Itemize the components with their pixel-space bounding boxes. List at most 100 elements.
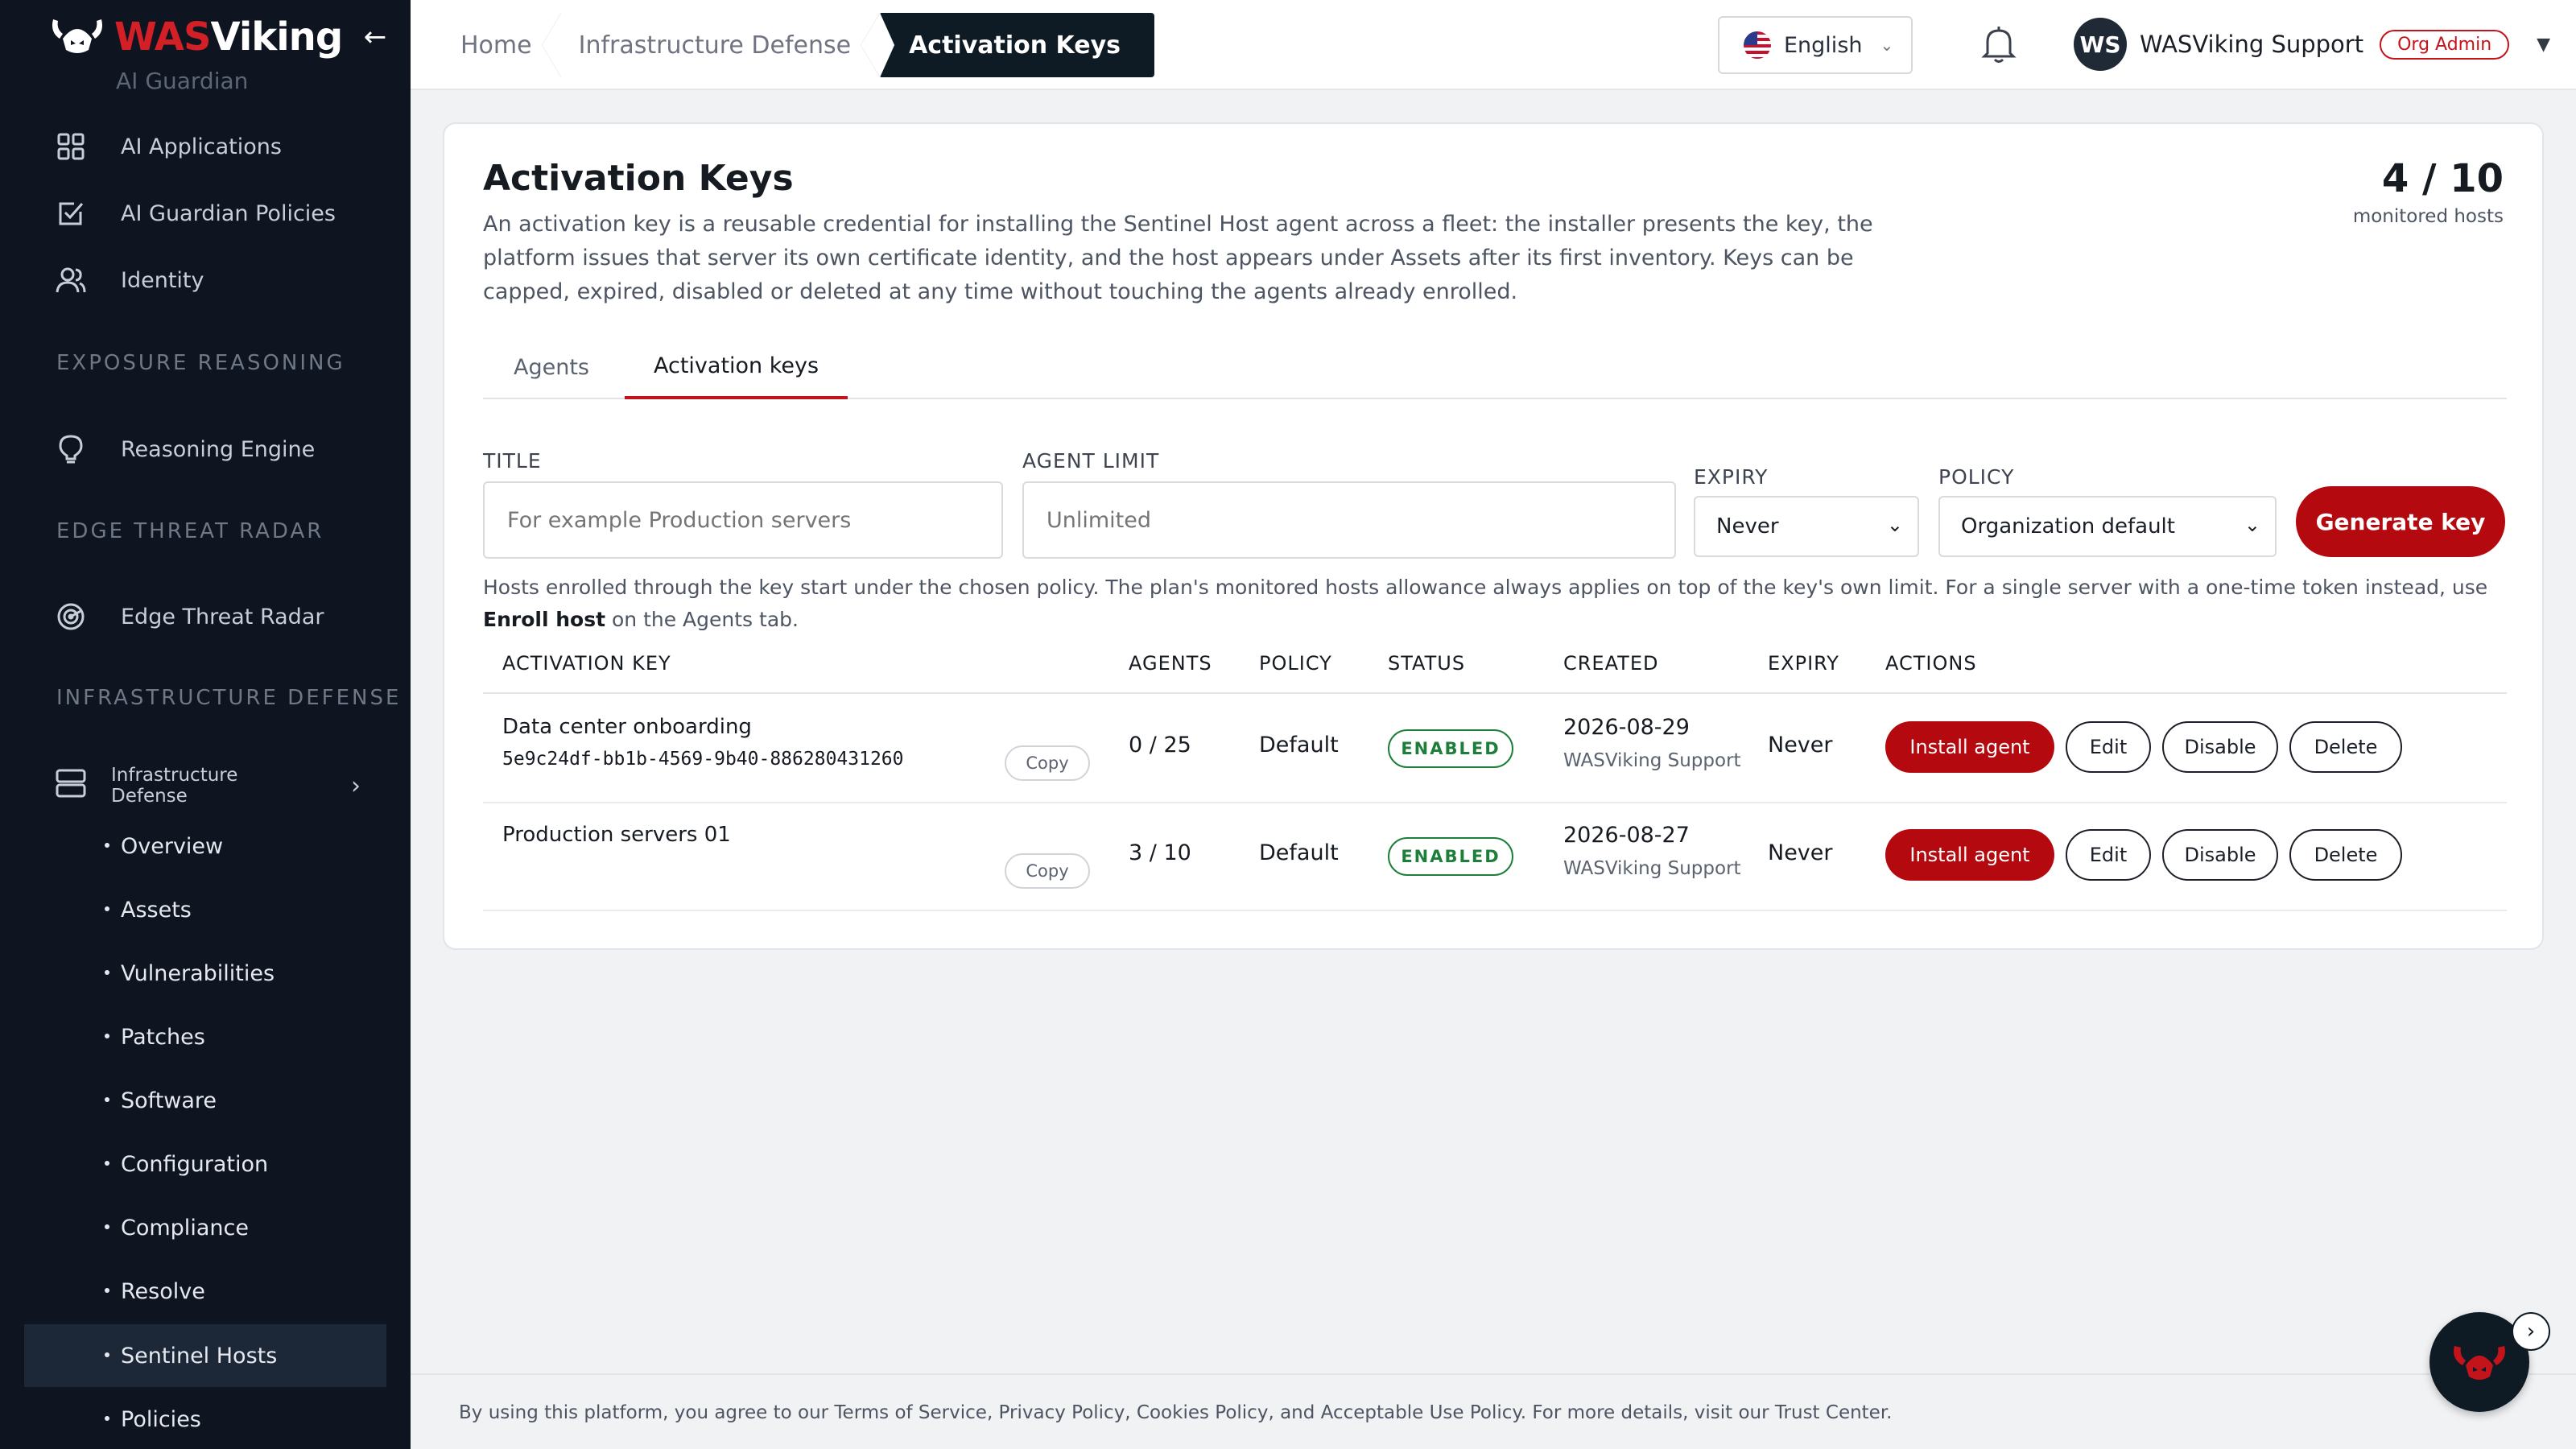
column-header-policy: POLICY (1259, 652, 1332, 675)
sidebar-subitem-assets[interactable]: Assets (24, 878, 386, 941)
chevron-down-icon: ⌄ (1886, 514, 1903, 536)
sidebar-item-edge-threat-radar[interactable]: Edge Threat Radar (55, 592, 324, 641)
breadcrumb-home[interactable]: Home (443, 13, 561, 77)
edit-button[interactable]: Edit (2066, 829, 2151, 881)
copy-key-button[interactable]: Copy (1005, 853, 1090, 889)
agent-limit-field-label: AGENT LIMIT (1022, 449, 1160, 473)
status-badge: ENABLED (1388, 837, 1513, 876)
sidebar-item-label: AI Applications (121, 134, 282, 159)
sidebar-item-label: AI Guardian Policies (121, 200, 336, 226)
key-value: 5e9c24df-bb1b-4569-9b40-886280431260 (502, 749, 904, 770)
sidebar-subitem-policies[interactable]: Policies (24, 1388, 386, 1449)
caret-down-icon: ▼ (2537, 34, 2551, 55)
user-name: WASViking Support (2140, 31, 2364, 58)
agents-count: 0 / 25 (1129, 733, 1191, 758)
sidebar-item-label: Identity (121, 267, 204, 293)
notification-bell-icon[interactable] (1980, 24, 2021, 64)
avatar: WS (2074, 18, 2127, 71)
sidebar-item-label: Reasoning Engine (121, 436, 316, 462)
sidebar-item-ai-guardian-policies[interactable]: AI Guardian Policies (55, 189, 336, 237)
monitored-hosts-label: monitored hosts (2352, 206, 2504, 227)
sidebar-subitem-configuration[interactable]: Configuration (24, 1133, 386, 1195)
generate-key-button[interactable]: Generate key (2296, 486, 2505, 557)
bullet-dot (105, 1288, 109, 1293)
expiry-field-label: EXPIRY (1694, 465, 1769, 489)
delete-button[interactable]: Delete (2289, 829, 2402, 881)
sidebar-subitem-sentinel-hosts[interactable]: Sentinel Hosts (24, 1324, 386, 1387)
key-title: Data center onboarding (502, 715, 752, 739)
policy-field-label: POLICY (1938, 465, 2015, 489)
enroll-host-reference: Enroll host (483, 608, 606, 631)
footer-text: By using this platform, you agree to our… (459, 1402, 1893, 1423)
sidebar-subitem-vulnerabilities[interactable]: Vulnerabilities (24, 942, 386, 1005)
column-header-agents: AGENTS (1129, 652, 1212, 675)
tab-agents[interactable]: Agents (514, 335, 589, 399)
collapse-sidebar-arrow-icon[interactable]: ← (359, 21, 391, 53)
tab-bar: Agents Activation keys (483, 335, 2507, 399)
bullet-dot (105, 970, 109, 975)
sidebar-item-reasoning-engine[interactable]: Reasoning Engine (55, 425, 315, 473)
bullet-dot (105, 1224, 109, 1229)
created-by: WASViking Support (1563, 750, 1741, 771)
agent-limit-input[interactable] (1022, 481, 1676, 559)
policy-value: Default (1259, 840, 1339, 865)
brand-logo[interactable]: WASViking (48, 14, 343, 60)
expiry-value: Never (1768, 733, 1833, 758)
breadcrumb-current: Activation Keys (880, 13, 1155, 77)
language-selector[interactable]: English ⌄ (1718, 16, 1913, 74)
sidebar-item-label: Edge Threat Radar (121, 604, 324, 630)
agents-count: 3 / 10 (1129, 840, 1191, 865)
delete-button[interactable]: Delete (2289, 721, 2402, 773)
column-header-activation-key: ACTIVATION KEY (502, 652, 671, 675)
sidebar-subitem-compliance[interactable]: Compliance (24, 1196, 386, 1259)
bullet-dot (105, 1416, 109, 1421)
table-row: Data center onboarding 5e9c24df-bb1b-456… (483, 696, 2507, 803)
tab-activation-keys[interactable]: Activation keys (625, 335, 848, 399)
sidebar: WASViking ← AI Guardian AI Applications … (0, 0, 411, 1449)
policy-select[interactable]: Organization default ⌄ (1938, 496, 2277, 557)
chevron-right-icon[interactable]: › (2512, 1312, 2550, 1351)
user-menu[interactable]: WS WASViking Support Org Admin ▼ (2074, 18, 2550, 71)
sidebar-item-ai-guardian[interactable]: AI Guardian (116, 68, 248, 94)
sidebar-item-identity[interactable]: Identity (55, 256, 204, 304)
sidebar-subitem-overview[interactable]: Overview (24, 815, 386, 877)
monitored-hosts-counter: 4 / 10 monitored hosts (2353, 156, 2504, 227)
sidebar-subitem-resolve[interactable]: Resolve (24, 1260, 386, 1323)
viking-helmet-icon (2454, 1346, 2505, 1380)
created-date: 2026-08-27 (1563, 823, 1690, 848)
disable-button[interactable]: Disable (2162, 829, 2278, 881)
page-title: Activation Keys (483, 158, 794, 199)
install-agent-button[interactable]: Install agent (1885, 721, 2054, 773)
sidebar-subitem-software[interactable]: Software (24, 1069, 386, 1132)
column-header-actions: ACTIONS (1885, 652, 1977, 675)
copy-key-button[interactable]: Copy (1005, 745, 1090, 781)
bullet-dot (105, 906, 109, 911)
chevron-right-icon: › (351, 771, 361, 800)
page-description: An activation key is a reusable credenti… (483, 212, 1873, 304)
status-badge: ENABLED (1388, 729, 1513, 768)
monitored-hosts-count: 4 / 10 (2381, 156, 2504, 201)
sidebar-group-infrastructure-defense[interactable]: Infrastructure Defense › (55, 762, 361, 810)
sidebar-item-ai-applications[interactable]: AI Applications (55, 122, 282, 171)
breadcrumb: Home Infrastructure Defense Activation K… (443, 13, 1155, 77)
title-input[interactable] (483, 481, 1003, 559)
column-header-expiry: EXPIRY (1768, 652, 1839, 675)
install-agent-button[interactable]: Install agent (1885, 829, 2054, 881)
activation-keys-card: Activation Keys An activation key is a r… (443, 122, 2544, 950)
users-icon (55, 264, 87, 296)
policy-value: Default (1259, 733, 1339, 758)
expiry-select[interactable]: Never ⌄ (1694, 496, 1919, 557)
edit-button[interactable]: Edit (2066, 721, 2151, 773)
table-row: Production servers 01 Copy 3 / 10 Defaul… (483, 803, 2507, 911)
brand-wordmark: WASViking (114, 14, 343, 60)
chevron-down-icon: ⌄ (2244, 514, 2260, 536)
sidebar-subitem-patches[interactable]: Patches (24, 1005, 386, 1068)
section-header-edge-threat-radar: EDGE THREAT RADAR (56, 519, 324, 543)
breadcrumb-infrastructure-defense[interactable]: Infrastructure Defense (561, 13, 881, 77)
policy-value: Organization default (1961, 514, 2175, 539)
role-badge: Org Admin (2380, 29, 2510, 60)
bullet-dot (105, 843, 109, 848)
disable-button[interactable]: Disable (2162, 721, 2278, 773)
section-header-exposure-reasoning: EXPOSURE REASONING (56, 351, 345, 375)
lightbulb-icon (55, 433, 87, 465)
